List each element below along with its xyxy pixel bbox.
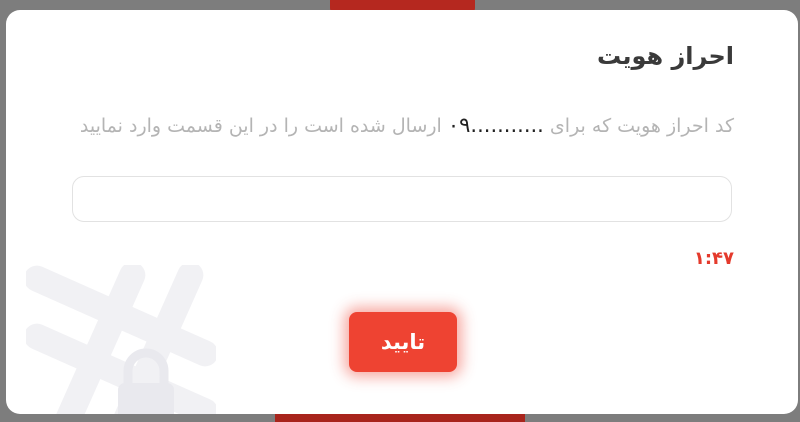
- description-text-before: کد احراز هویت که برای: [549, 115, 734, 137]
- modal-title: احراز هویت: [597, 42, 734, 70]
- phone-number: ۰۹...........: [447, 113, 544, 137]
- otp-verification-modal: احراز هویت کد احراز هویت که برای ۰۹.....…: [6, 10, 798, 414]
- description-text-after: ارسال شده است را در این قسمت وارد نمایید: [79, 115, 442, 137]
- hashtag-lock-icon: [26, 265, 216, 414]
- otp-description: کد احراز هویت که برای ۰۹........... ارسا…: [62, 110, 734, 142]
- verification-code-input[interactable]: [72, 176, 732, 222]
- countdown-timer: ۱:۴۷: [693, 248, 734, 269]
- confirm-button[interactable]: تایید: [349, 312, 457, 372]
- background-shape-bottom: [275, 414, 525, 422]
